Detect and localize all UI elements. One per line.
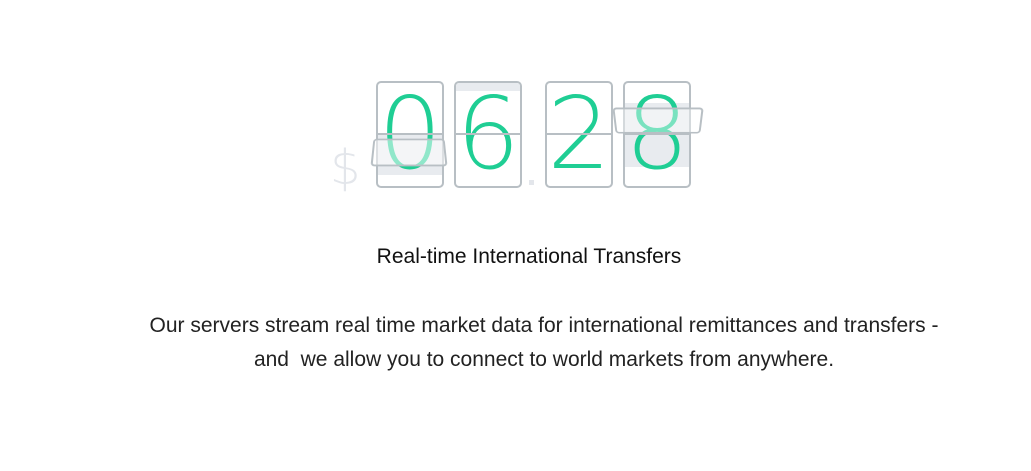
feature-description: Our servers stream real time market data… (80, 309, 1008, 377)
description-line: and we allow you to connect to world mar… (253, 348, 835, 371)
flip-digit: 2 (545, 81, 613, 188)
flip-flap (612, 107, 704, 134)
flip-digit: 6 (454, 81, 522, 188)
decimal-separator (529, 180, 534, 185)
currency-symbol: $ (330, 140, 361, 196)
description-line: Our servers stream real time market data… (149, 314, 939, 337)
flip-digit: 8 (623, 81, 691, 188)
flip-digit: 0 (376, 81, 444, 188)
feature-title: Real-time International Transfers (376, 245, 682, 268)
flip-flap (370, 138, 448, 167)
